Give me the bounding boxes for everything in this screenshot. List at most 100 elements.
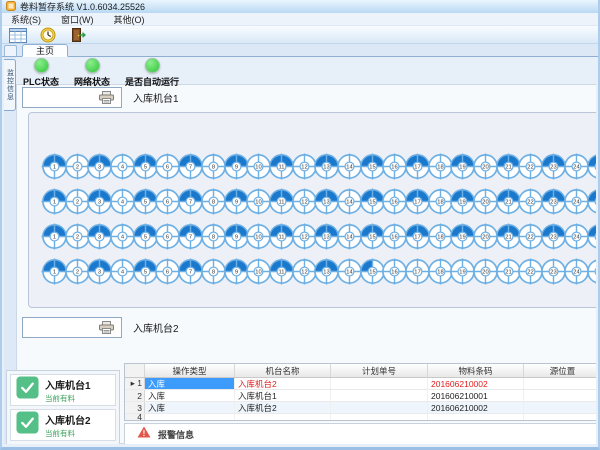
reel-slot-4-8[interactable]: 8 (200, 258, 223, 285)
reel-slot-2-22[interactable]: 22 (517, 188, 540, 215)
reel-slot-2-21[interactable]: 21 (495, 188, 518, 215)
reel-slot-1-21[interactable]: 21 (495, 153, 518, 180)
reel-slot-4-23[interactable]: 23 (540, 258, 563, 285)
reel-slot-4-20[interactable]: 20 (472, 258, 495, 285)
reel-slot-3-2[interactable]: 2 (64, 223, 87, 250)
menu-window[interactable]: 窗口(W) (61, 13, 94, 26)
reel-slot-3-19[interactable]: 19 (449, 223, 472, 250)
reel-slot-2-11[interactable]: 11 (268, 188, 291, 215)
reel-slot-1-1[interactable]: 1 (41, 153, 64, 180)
reel-slot-4-24[interactable]: 24 (563, 258, 586, 285)
reel-slot-2-24[interactable]: 24 (563, 188, 586, 215)
exit-icon[interactable] (68, 26, 88, 43)
reel-slot-2-20[interactable]: 20 (472, 188, 495, 215)
reel-slot-4-1[interactable]: 1 (41, 258, 64, 285)
reel-slot-1-25[interactable]: 25 (586, 153, 597, 180)
reel-slot-3-6[interactable]: 6 (154, 223, 177, 250)
reel-slot-2-4[interactable]: 4 (109, 188, 132, 215)
tab-home[interactable]: 主页 (22, 44, 68, 57)
cell-r1-c2[interactable]: 入库机台2 (235, 378, 331, 389)
reel-slot-4-7[interactable]: 7 (177, 258, 200, 285)
reel-slot-1-10[interactable]: 10 (245, 153, 268, 180)
reel-slot-4-5[interactable]: 5 (132, 258, 155, 285)
column-header-1[interactable]: 操作类型 (145, 364, 235, 377)
reel-slot-1-24[interactable]: 24 (563, 153, 586, 180)
reel-slot-4-19[interactable]: 19 (449, 258, 472, 285)
reel-slot-4-3[interactable]: 3 (86, 258, 109, 285)
reel-slot-1-2[interactable]: 2 (64, 153, 87, 180)
reel-slot-3-18[interactable]: 18 (427, 223, 450, 250)
reel-slot-2-7[interactable]: 7 (177, 188, 200, 215)
reel-slot-2-13[interactable]: 13 (313, 188, 336, 215)
table-row-1[interactable]: ▸ 1入库入库机台2201606210002 (125, 378, 596, 390)
reel-slot-2-6[interactable]: 6 (154, 188, 177, 215)
reel-slot-4-21[interactable]: 21 (495, 258, 518, 285)
reel-slot-1-9[interactable]: 9 (223, 153, 246, 180)
reel-slot-1-23[interactable]: 23 (540, 153, 563, 180)
dock-tab-stub[interactable] (4, 45, 17, 56)
reel-slot-2-18[interactable]: 18 (427, 188, 450, 215)
column-header-2[interactable]: 机台名称 (235, 364, 331, 377)
cell-r2-c2[interactable]: 入库机台1 (235, 390, 331, 401)
reel-slot-1-16[interactable]: 16 (381, 153, 404, 180)
reel-slot-3-8[interactable]: 8 (200, 223, 223, 250)
reel-slot-1-14[interactable]: 14 (336, 153, 359, 180)
reel-slot-3-5[interactable]: 5 (132, 223, 155, 250)
reel-slot-4-12[interactable]: 12 (291, 258, 314, 285)
reel-slot-4-17[interactable]: 17 (404, 258, 427, 285)
cell-r2-c3[interactable] (331, 390, 428, 401)
reel-slot-4-13[interactable]: 13 (313, 258, 336, 285)
reel-slot-3-3[interactable]: 3 (86, 223, 109, 250)
cell-r3-c3[interactable] (331, 402, 428, 413)
cell-r2-c4[interactable]: 201606210001 (428, 390, 524, 401)
cell-r3-c5[interactable] (524, 402, 596, 413)
reel-slot-4-4[interactable]: 4 (109, 258, 132, 285)
reel-slot-4-9[interactable]: 9 (223, 258, 246, 285)
reel-slot-3-22[interactable]: 22 (517, 223, 540, 250)
reel-slot-1-8[interactable]: 8 (200, 153, 223, 180)
reel-slot-3-24[interactable]: 24 (563, 223, 586, 250)
reel-slot-1-3[interactable]: 3 (86, 153, 109, 180)
reel-slot-2-15[interactable]: 15 (359, 188, 382, 215)
reel-slot-2-16[interactable]: 16 (381, 188, 404, 215)
reel-slot-1-13[interactable]: 13 (313, 153, 336, 180)
reel-slot-3-21[interactable]: 21 (495, 223, 518, 250)
reel-slot-4-15[interactable]: 15 (359, 258, 382, 285)
reel-slot-1-4[interactable]: 4 (109, 153, 132, 180)
machine2-print-button[interactable] (22, 317, 122, 338)
reel-slot-3-17[interactable]: 17 (404, 223, 427, 250)
reel-slot-1-18[interactable]: 18 (427, 153, 450, 180)
reel-slot-1-22[interactable]: 22 (517, 153, 540, 180)
reel-slot-1-6[interactable]: 6 (154, 153, 177, 180)
reel-slot-3-4[interactable]: 4 (109, 223, 132, 250)
reel-slot-3-10[interactable]: 10 (245, 223, 268, 250)
reel-slot-3-16[interactable]: 16 (381, 223, 404, 250)
reel-slot-2-19[interactable]: 19 (449, 188, 472, 215)
reel-slot-4-25[interactable]: 25 (586, 258, 597, 285)
cell-r1-c1[interactable]: 入库 (145, 378, 235, 389)
reel-slot-2-10[interactable]: 10 (245, 188, 268, 215)
reel-slot-3-23[interactable]: 23 (540, 223, 563, 250)
reel-slot-3-13[interactable]: 13 (313, 223, 336, 250)
reel-slot-3-20[interactable]: 20 (472, 223, 495, 250)
cell-r1-c4[interactable]: 201606210002 (428, 378, 524, 389)
dock-vertical-tab[interactable]: 监控信息 (4, 59, 16, 111)
reel-slot-2-12[interactable]: 12 (291, 188, 314, 215)
cell-r1-c3[interactable] (331, 378, 428, 389)
table-row-3[interactable]: 3入库入库机台2201606210002 (125, 402, 596, 414)
reel-slot-1-19[interactable]: 19 (449, 153, 472, 180)
menu-other[interactable]: 其他(O) (114, 13, 145, 26)
reel-slot-2-2[interactable]: 2 (64, 188, 87, 215)
reel-slot-4-2[interactable]: 2 (64, 258, 87, 285)
reel-slot-3-12[interactable]: 12 (291, 223, 314, 250)
reel-slot-3-9[interactable]: 9 (223, 223, 246, 250)
reel-slot-4-11[interactable]: 11 (268, 258, 291, 285)
clock-icon[interactable] (38, 26, 58, 43)
machine1-print-button[interactable] (22, 87, 122, 108)
reel-slot-3-14[interactable]: 14 (336, 223, 359, 250)
reel-slot-2-9[interactable]: 9 (223, 188, 246, 215)
reel-slot-2-23[interactable]: 23 (540, 188, 563, 215)
reel-slot-3-7[interactable]: 7 (177, 223, 200, 250)
cell-r3-c4[interactable]: 201606210002 (428, 402, 524, 413)
reel-slot-3-11[interactable]: 11 (268, 223, 291, 250)
